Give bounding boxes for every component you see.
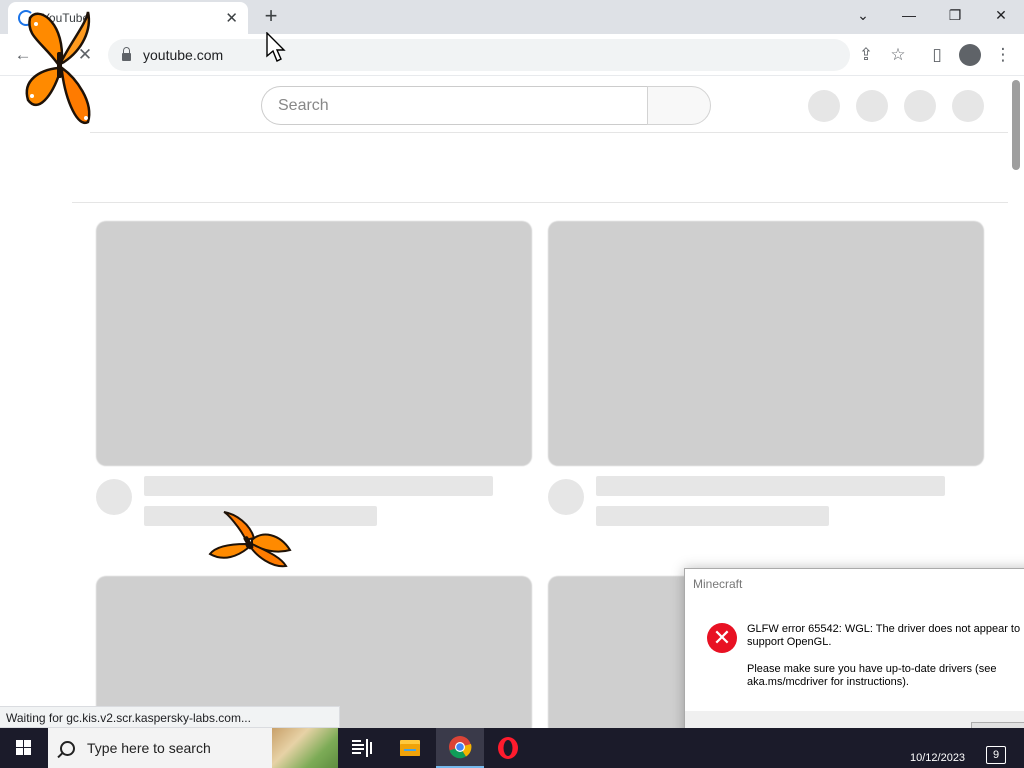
minecraft-error-dialog: Minecraft ✕ GLFW error 65542: WGL: The d…: [684, 568, 1024, 753]
video-meta-placeholder: [596, 506, 829, 526]
windows-taskbar: Type here to search 10/12/2023 9: [0, 728, 1024, 768]
browser-tabstrip: YouTube ✕ + ⌄ — ❐ ✕: [0, 0, 1024, 34]
opera-button[interactable]: [484, 728, 532, 768]
mouse-cursor-icon: [266, 32, 286, 62]
bookmark-star-button[interactable]: ☆: [885, 42, 911, 68]
video-title-placeholder: [596, 476, 945, 496]
error-icon: ✕: [707, 623, 737, 653]
video-thumbnail-placeholder[interactable]: [548, 221, 984, 466]
profile-avatar-button[interactable]: [959, 44, 981, 66]
new-tab-button[interactable]: +: [258, 4, 284, 30]
search-highlight-image: [272, 728, 338, 768]
desktop-screen: YouTube ✕ + ⌄ — ❐ ✕ ← ✕ youtube.com ⇪ ☆ …: [0, 0, 1024, 768]
opera-icon: [498, 737, 518, 759]
file-explorer-button[interactable]: [386, 728, 434, 768]
dialog-help-message: Please make sure you have up-to-date dri…: [747, 663, 997, 688]
side-panel-button[interactable]: ▯: [924, 42, 950, 68]
dialog-title: Minecraft: [693, 577, 743, 591]
butterfly-icon: [208, 511, 292, 568]
chips-divider: [72, 202, 1008, 203]
browser-toolbar: ← ✕ youtube.com ⇪ ☆ ▯ ⋮: [0, 34, 1024, 76]
channel-avatar-placeholder: [548, 479, 584, 515]
chrome-icon: [449, 736, 472, 759]
restore-button[interactable]: ❐: [932, 0, 978, 30]
tab-search-button[interactable]: ⌄: [840, 0, 886, 30]
address-bar[interactable]: youtube.com: [108, 39, 850, 71]
taskbar-search-box[interactable]: Type here to search: [48, 728, 338, 768]
minimize-button[interactable]: —: [886, 0, 932, 30]
header-button-placeholder[interactable]: [904, 90, 936, 122]
close-window-button[interactable]: ✕: [978, 0, 1024, 30]
page-scrollbar[interactable]: [1012, 80, 1020, 170]
dialog-error-message: GLFW error 65542: WGL: The driver does n…: [747, 623, 1021, 648]
tab-close-button[interactable]: ✕: [225, 9, 238, 27]
browser-menu-button[interactable]: ⋮: [990, 42, 1016, 68]
taskbar-date[interactable]: 10/12/2023: [910, 752, 965, 764]
lock-icon[interactable]: [122, 47, 131, 61]
notification-badge[interactable]: 9: [986, 746, 1006, 764]
header-divider: [90, 132, 1008, 133]
search-icon: [60, 740, 75, 756]
taskbar-search-placeholder: Type here to search: [87, 740, 211, 756]
share-button[interactable]: ⇪: [853, 42, 879, 68]
search-input[interactable]: Search: [261, 86, 648, 125]
video-title-placeholder: [144, 476, 493, 496]
address-bar-url[interactable]: youtube.com: [143, 47, 223, 63]
header-button-placeholder[interactable]: [808, 90, 840, 122]
butterfly-icon: [25, 11, 91, 125]
video-thumbnail-placeholder[interactable]: [96, 221, 532, 466]
start-button[interactable]: [0, 728, 48, 768]
channel-avatar-placeholder: [96, 479, 132, 515]
header-button-placeholder[interactable]: [952, 90, 984, 122]
task-view-icon: [352, 739, 372, 757]
file-explorer-icon: [400, 740, 420, 756]
search-button[interactable]: [647, 86, 711, 125]
chrome-button[interactable]: [436, 728, 484, 768]
task-view-button[interactable]: [338, 728, 386, 768]
loading-status-bubble: Waiting for gc.kis.v2.scr.kaspersky-labs…: [0, 706, 340, 728]
system-tray: 10/12/2023 9: [826, 728, 1024, 768]
windows-logo-icon: [16, 740, 32, 756]
header-button-placeholder[interactable]: [856, 90, 888, 122]
